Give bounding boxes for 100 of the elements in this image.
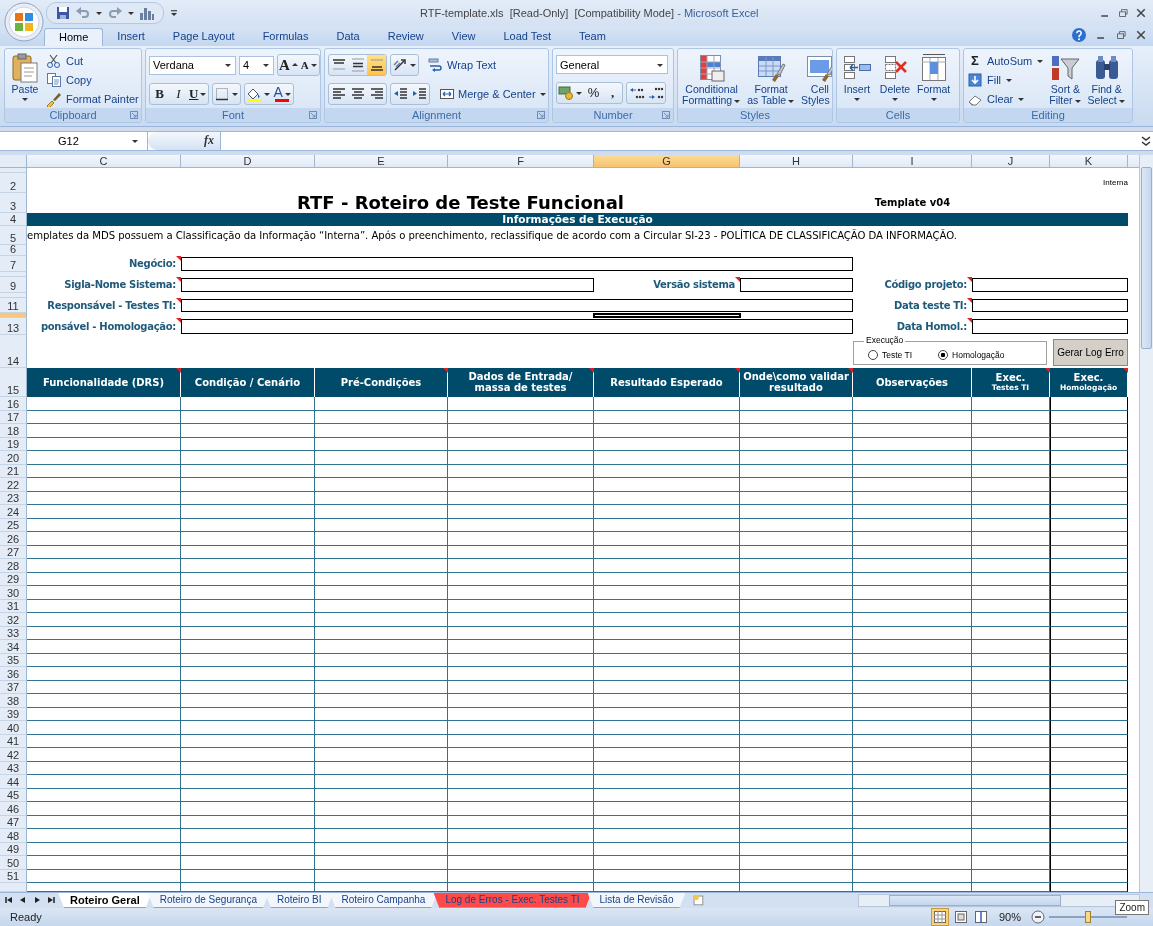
ribbon-button[interactable]: Format [916, 51, 952, 109]
zoom-level[interactable]: 90% [998, 911, 1021, 923]
application-title: - Microsoft Excel [677, 7, 759, 19]
column-header[interactable]: D [181, 154, 315, 168]
status-text: Ready [10, 911, 42, 923]
heading-text: Condição / Cenário [194, 376, 301, 388]
ribbon-button[interactable]: Find & Select [1086, 51, 1127, 109]
column-header[interactable]: K [1050, 154, 1128, 168]
heading-text: Dados de Entrada/ massa de testes [467, 371, 574, 394]
ribbon-button[interactable]: Clear [967, 89, 1045, 109]
name-box[interactable]: G12 [0, 132, 148, 150]
group-label: Cells [885, 109, 911, 122]
button-label: Select [1087, 95, 1117, 107]
button-label: Insert [843, 84, 871, 96]
button-label: U [189, 87, 199, 101]
column-header[interactable]: C [27, 154, 181, 168]
ribbon-tab[interactable]: Team [565, 28, 620, 47]
toolbar-button[interactable]: , [603, 83, 622, 104]
toolbar-button[interactable]: U [188, 84, 209, 104]
column-header[interactable]: H [740, 154, 853, 168]
radio-label: Teste TI [882, 349, 913, 360]
field-label: Data Homol.: [896, 320, 967, 332]
ribbon-button[interactable]: Format as Table [746, 51, 797, 109]
generate-log-button[interactable]: Gerar Log Erro [1053, 338, 1128, 366]
button-label: Copy [66, 73, 92, 86]
toolbar-button[interactable]: A [278, 55, 300, 76]
ribbon-tab[interactable]: Review [373, 28, 438, 47]
field-label: Sigla-Nome Sistema: [64, 279, 176, 291]
ribbon-button[interactable]: Format Painter [46, 89, 139, 109]
button-label: Format Painter [66, 92, 139, 105]
button-label: A [300, 58, 309, 73]
ribbon-tab[interactable]: Data [322, 28, 374, 47]
radio-label: Homologação [952, 349, 1005, 360]
template-version: Template v04 [874, 197, 951, 209]
field-value: Verdana [153, 59, 194, 72]
heading-text: Exec. [1073, 372, 1104, 384]
heading-text: Onde\como validar resultado [742, 371, 850, 394]
ribbon-button[interactable]: Fill [967, 70, 1045, 90]
ribbon-button[interactable]: Cut [46, 51, 139, 71]
group-title: Execução [864, 334, 906, 345]
dropdown-field[interactable]: 4 [239, 56, 274, 75]
section-title: Informações de Execução [502, 213, 653, 226]
column-header[interactable]: G [594, 154, 740, 168]
column-header[interactable]: F [448, 154, 594, 168]
group-label: Font [222, 109, 244, 122]
row-header[interactable]: 14 [0, 334, 27, 368]
button-label: Sort & [1050, 84, 1080, 96]
column-header[interactable]: E [315, 154, 448, 168]
button-label: , [610, 86, 615, 101]
sigma-icon: Σ [967, 52, 983, 69]
ribbon-tab[interactable]: View [437, 28, 490, 47]
ribbon-tab[interactable]: Load Test [489, 28, 565, 47]
ribbon-button[interactable]: Cell Styles [800, 51, 832, 109]
button-label: Conditional [685, 84, 738, 96]
ribbon-button[interactable]: Σ AutoSum [967, 51, 1045, 71]
column-header[interactable]: J [972, 154, 1050, 168]
ribbon-button[interactable]: Merge & Center [439, 86, 547, 102]
toolbar-button[interactable]: I [169, 84, 188, 104]
tooltip: Zoom [1115, 900, 1149, 915]
button-label: Delete [879, 84, 911, 96]
ribbon-button[interactable]: Wrap Text [428, 57, 497, 74]
button-label: Wrap Text [447, 59, 497, 72]
ribbon-tab[interactable]: Page Layout [158, 28, 249, 47]
button-label: Find & [1091, 84, 1122, 96]
button-label: A [273, 85, 283, 100]
classification-notice: emplates da MDS possuem a Classificação da Informação “Interna”. Após o preenchimento, reclassifique de acordo com a Circular SI-23 - POLÍTICA DE CLASSIFICAÇÃO DA INFORMAÇÃO. [27, 229, 958, 241]
field-label: Negócio: [129, 258, 176, 270]
sheet-tab[interactable]: Roteiro de Segurança [147, 892, 269, 908]
ribbon-button[interactable]: Delete [878, 51, 912, 109]
button-label: Format [754, 84, 788, 96]
button-label: Merge & Center [458, 88, 536, 100]
heading-text: Pré-Condições [340, 376, 422, 388]
button-label: AutoSum [987, 54, 1033, 67]
sheet-tab[interactable]: Roteiro BI [265, 892, 334, 908]
function-button[interactable]: fx [204, 133, 214, 149]
ribbon-button[interactable]: Sort & Filter [1048, 51, 1083, 109]
group-label: Number [593, 109, 633, 122]
toolbar-button[interactable]: B [150, 84, 169, 104]
row-header[interactable]: 15 [0, 367, 27, 397]
ribbon-tab[interactable]: Home [44, 28, 104, 47]
row-header[interactable]: 3 [0, 192, 27, 213]
row-header[interactable]: 2 [0, 172, 27, 193]
dropdown-field[interactable]: General [556, 55, 668, 75]
button-label: Filter [1049, 95, 1073, 107]
field-label: Versão sistema [653, 279, 735, 291]
ribbon-tab[interactable]: Insert [103, 28, 159, 47]
ribbon-button[interactable]: Conditional Formatting [681, 51, 743, 109]
ribbon-button[interactable]: Copy [46, 70, 139, 90]
ribbon-button[interactable]: Insert [840, 51, 874, 109]
sheet-tab[interactable]: Roteiro Campanha [329, 892, 438, 908]
row-header[interactable]: 6 [0, 244, 27, 256]
ribbon-tab[interactable]: Formulas [248, 28, 323, 47]
sheet-title: RTF - Roteiro de Teste Funcional [297, 192, 624, 213]
sheet-tab[interactable]: Lista de Revisão [587, 892, 686, 908]
dropdown-field[interactable]: Verdana [149, 56, 236, 75]
column-header[interactable]: I [853, 154, 972, 168]
toolbar-button[interactable]: A [299, 55, 319, 76]
button-label: Formatting [682, 95, 733, 107]
ribbon-button[interactable]: Paste [8, 51, 42, 109]
sheet-tab[interactable]: Roteiro Geral [58, 892, 152, 908]
